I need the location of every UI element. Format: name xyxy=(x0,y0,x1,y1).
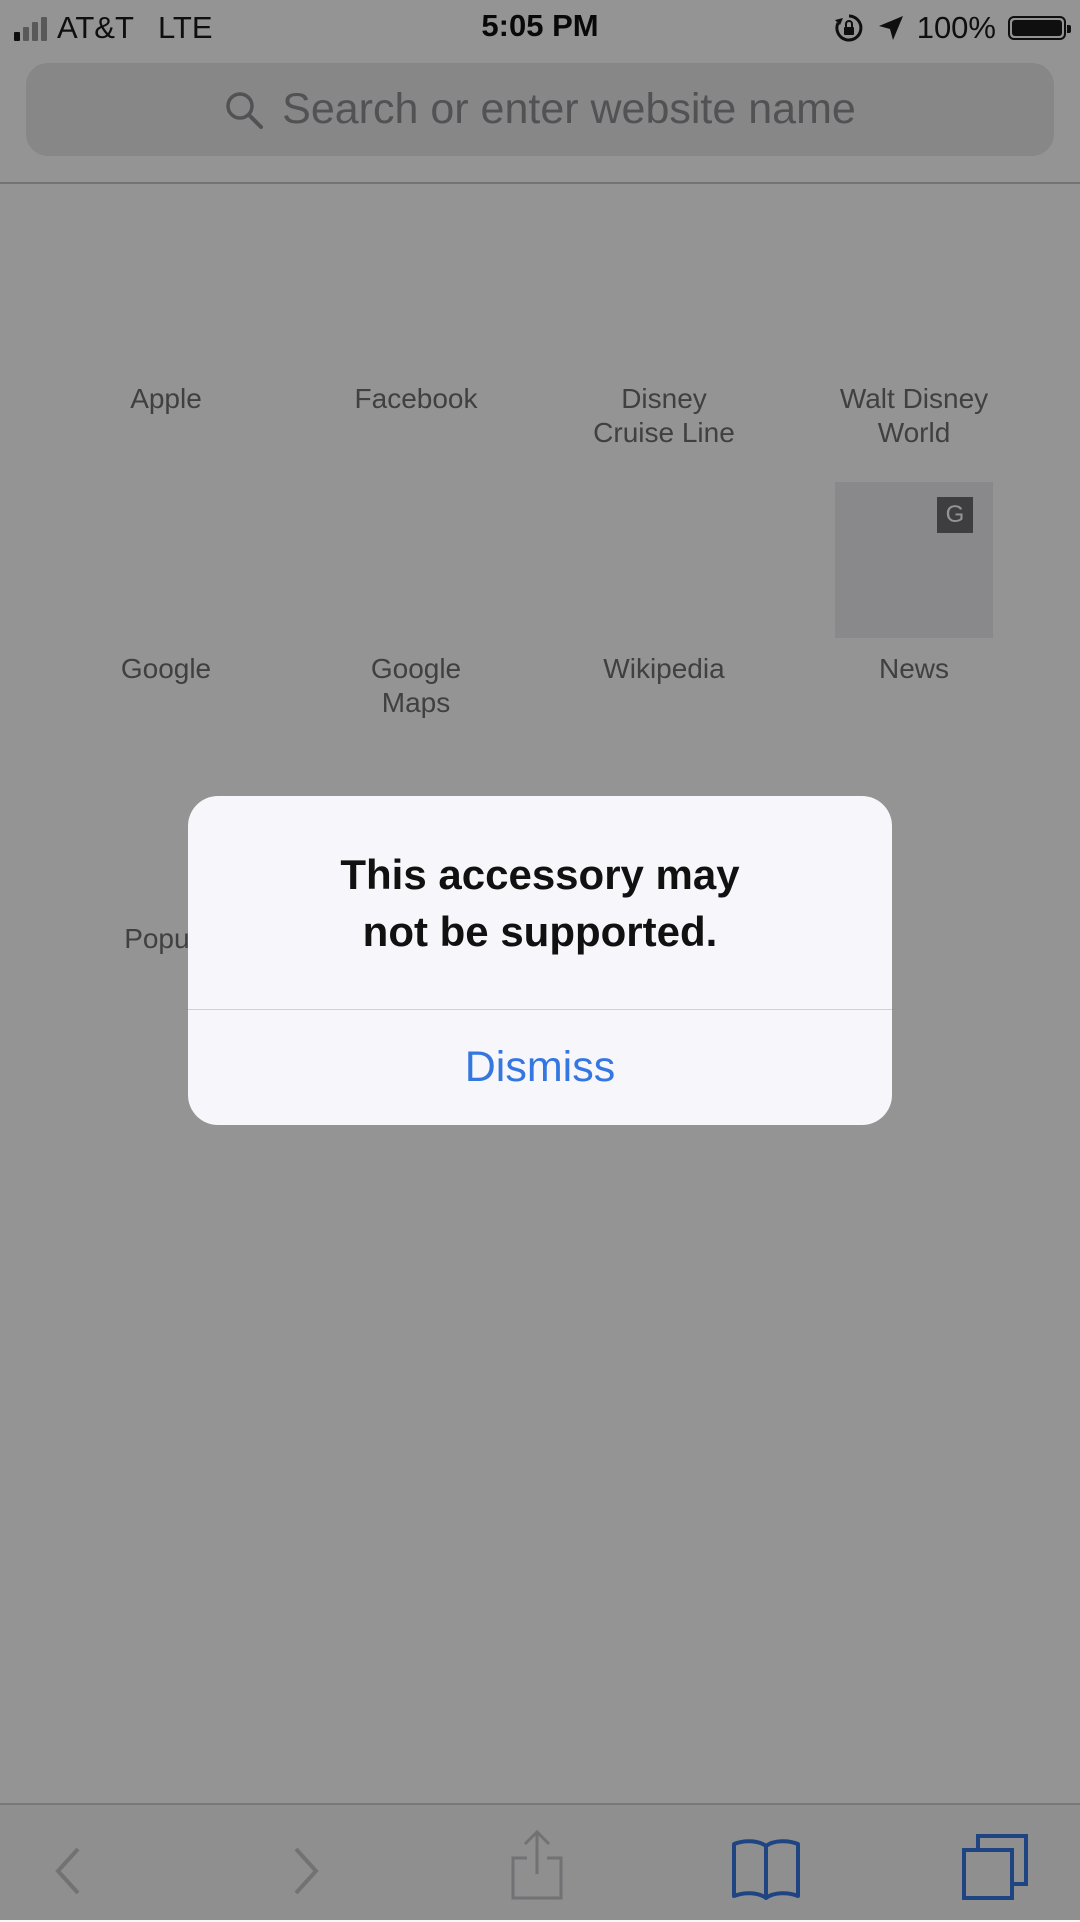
alert-title: This accessory may not be supported. xyxy=(340,851,740,955)
dismiss-button[interactable]: Dismiss xyxy=(188,1010,892,1125)
alert-dialog: This accessory may not be supported. Dis… xyxy=(188,796,892,1125)
